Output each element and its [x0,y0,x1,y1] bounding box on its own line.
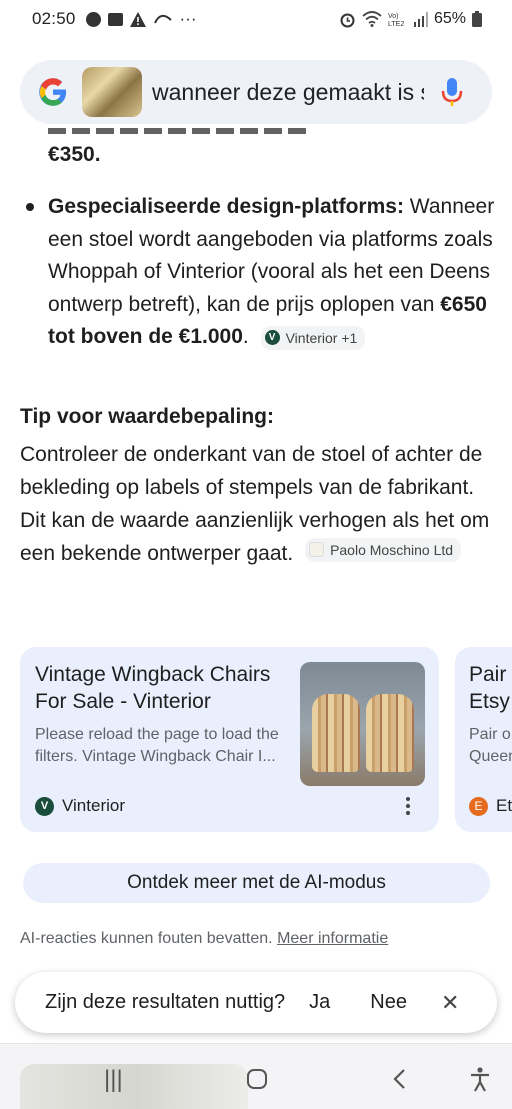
vinterior-icon: V [35,796,54,816]
google-logo-icon[interactable] [38,77,68,107]
feedback-yes-button[interactable]: Ja [309,991,330,1014]
disclaimer-text: AI-reacties kunnen fouten bevatten. [20,930,273,947]
message-icon [107,12,123,26]
more-options-icon[interactable] [406,797,410,815]
chair-image-right [366,694,414,772]
recent-app-preview [20,1064,248,1109]
status-notification-icons: ··· [85,9,197,29]
source-chip-vinterior[interactable]: V Vinterior +1 [260,325,366,350]
source-card-vinterior[interactable]: Vintage Wingback Chairs For Sale - Vinte… [20,647,439,832]
battery-icon [472,11,482,27]
card-thumbnail[interactable] [300,662,425,786]
feedback-question: Zijn deze resultaten nuttig? [45,991,286,1013]
microphone-icon[interactable] [440,77,464,107]
card-source: E Et [469,796,512,816]
bullet-end: . [242,325,249,348]
ai-mode-button[interactable]: Ontdek meer met de AI-modus [23,863,490,903]
source-chip-paolo-moschino[interactable]: Paolo Moschino Ltd [305,537,462,562]
clipped-text-line [48,128,308,134]
warning-icon [129,11,146,27]
paolo-moschino-icon [309,542,325,557]
gesture-icon [153,14,172,24]
bullet-title: Gespecialiseerde design-platforms: [48,195,404,218]
home-icon[interactable] [246,1068,268,1090]
etsy-icon: E [469,796,488,816]
status-bar: 02:50 ··· Vo) LTE2 65% [0,0,512,38]
svg-text:Vo): Vo) [388,13,399,20]
feedback-bar: Zijn deze resultaten nuttig? Ja Nee ✕ [15,972,497,1033]
card-title[interactable]: Pair Etsy [469,661,510,715]
chip-label: Paolo Moschino Ltd [330,541,454,558]
card-title[interactable]: Vintage Wingback Chairs For Sale - Vinte… [35,661,290,715]
accessibility-icon[interactable] [468,1066,492,1092]
feedback-no-button[interactable]: Nee [370,991,407,1014]
signal-icon [413,11,428,27]
card-source-name: Vinterior [62,796,125,815]
volte-icon: Vo)LTE2 [388,13,404,27]
price-text: €350. [48,143,101,166]
system-navigation-bar: ||| [0,1043,512,1109]
alarm-icon [340,13,355,27]
close-icon[interactable]: ✕ [441,990,459,1016]
recents-icon[interactable]: ||| [104,1066,123,1094]
battery-percent: 65% [433,10,466,27]
list-item: Gespecialiseerde design-platforms: Wanne… [26,191,498,354]
search-query-text[interactable]: wanneer deze gemaakt is s [152,79,424,106]
vinterior-icon: V [264,330,280,345]
source-card-etsy[interactable]: PairEtsy Pair oQueen E Et [455,647,512,832]
ai-disclaimer: AI-reacties kunnen fouten bevatten. Meer… [20,930,388,948]
card-source-name: Et [496,796,512,815]
search-bar[interactable]: wanneer deze gemaakt is s [20,60,492,124]
more-notifications-icon: ··· [179,9,197,28]
more-info-link[interactable]: Meer informatie [277,930,388,947]
spotify-icon [85,11,101,27]
svg-text:LTE2: LTE2 [388,21,404,27]
chip-label: Vinterior +1 [285,329,358,346]
chair-image-left [312,694,360,772]
back-icon[interactable] [392,1068,408,1090]
wifi-icon [362,11,382,27]
status-time: 02:50 [32,9,76,28]
card-description: Please reload the page to load the filte… [35,726,279,765]
status-right: Vo) LTE2 65% [339,10,482,28]
search-image-thumbnail[interactable] [82,67,142,117]
tip-paragraph: Controleer de onderkant van de stoel of … [20,438,490,570]
card-description: Pair oQueen [469,726,512,765]
card-source: V Vinterior [35,796,125,816]
tip-heading: Tip voor waardebepaling: [20,405,274,428]
